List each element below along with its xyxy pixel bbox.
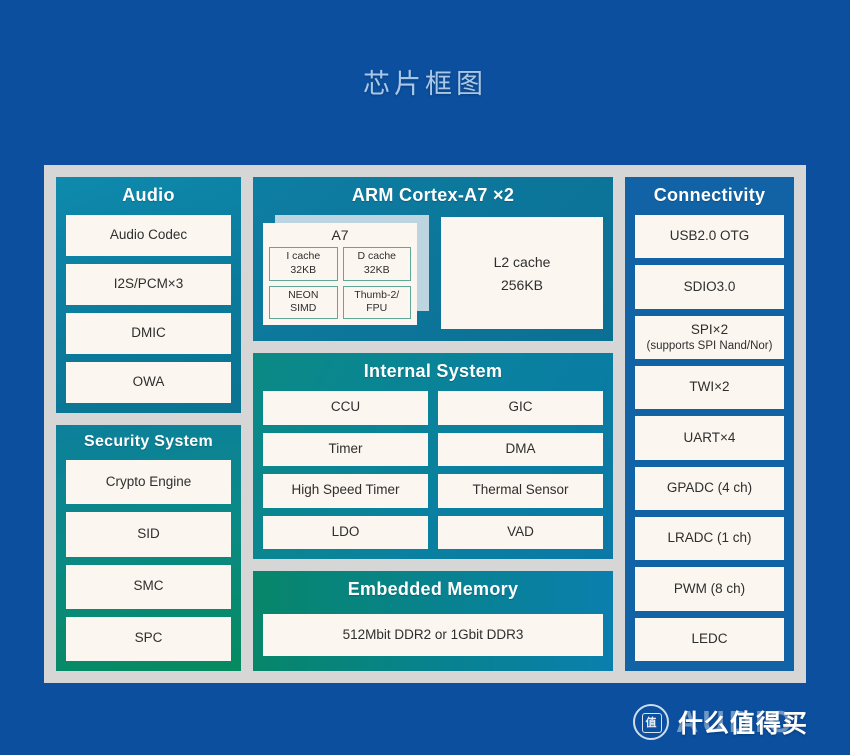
chip-block-diagram: Audio Audio Codec I2S/PCM×3 DMIC OWA Sec… [44,165,806,683]
list-item[interactable]: OWA [66,362,231,403]
block-internal-system-items: CCU GIC Timer DMA High Speed Timer Therm… [263,391,603,549]
item-label: TWI×2 [689,379,730,395]
arm-body: A7 I cache 32KB D cache 32KB NEON SIMD T… [263,215,603,331]
list-item[interactable]: Timer [263,432,428,466]
block-embedded-memory: Embedded Memory 512Mbit DDR2 or 1Gbit DD… [253,571,613,671]
block-internal-system: Internal System CCU GIC Timer DMA High S… [253,353,613,559]
item-label: UART×4 [683,429,736,445]
core-cell-d-cache: D cache 32KB [342,247,411,281]
l2-cache-box[interactable]: L2 cache 256KB [441,217,603,329]
a7-core-grid: I cache 32KB D cache 32KB NEON SIMD Thum… [269,247,411,319]
item-label: PWM (8 ch) [673,580,746,596]
list-item[interactable]: I2S/PCM×3 [66,264,231,305]
list-item[interactable]: GPADC (4 ch) [635,466,784,510]
list-item[interactable]: DMA [438,432,603,466]
list-item[interactable]: TWI×2 [635,365,784,410]
block-arm-cortex-a7-title: ARM Cortex-A7 ×2 [351,185,515,205]
list-item[interactable]: Crypto Engine [66,460,231,505]
list-item[interactable]: PWM (8 ch) [635,567,784,611]
item-label: USB2.0 OTG [669,228,750,244]
right-column: Connectivity USB2.0 OTG SDIO3.0 SPI×2 (s… [625,177,794,671]
core-cell-line1: D cache [357,250,397,263]
left-column: Audio Audio Codec I2S/PCM×3 DMIC OWA Sec… [56,177,241,671]
block-internal-system-title: Internal System [363,361,503,381]
brand-badge-text: 值 [645,717,657,729]
list-item[interactable]: Thermal Sensor [438,474,603,508]
list-item[interactable]: LDO [263,515,428,549]
a7-core-stack: A7 I cache 32KB D cache 32KB NEON SIMD T… [263,215,429,331]
block-security-system-title: Security System [83,433,213,450]
list-item[interactable]: High Speed Timer [263,474,428,508]
core-cell-line2: SIMD [290,302,317,315]
watermark-brand-text: 什么值得买 [678,710,809,738]
list-item[interactable]: SPI×2 (supports SPI Nand/Nor) [635,315,784,359]
list-item[interactable]: UART×4 [635,416,784,460]
core-cell-line2: 32KB [290,263,317,276]
a7-core-label: A7 [331,227,349,243]
block-embedded-memory-items: 512Mbit DDR2 or 1Gbit DDR3 [263,609,603,661]
block-connectivity-items: USB2.0 OTG SDIO3.0 SPI×2 (supports SPI N… [635,215,784,661]
brand-badge-icon: 值 [633,704,669,740]
l2-cache-size: 256KB [500,276,544,293]
watermark: 值 AUDIO 什么值得买 [633,701,836,743]
list-item[interactable]: LRADC (1 ch) [635,516,784,561]
list-item[interactable]: GIC [438,391,603,425]
page-title: 芯片框图 [363,69,487,99]
item-label: GPADC (4 ch) [666,479,753,495]
block-security-system-items: Crypto Engine SID SMC SPC [66,460,231,661]
item-sublabel: (supports SPI Nand/Nor) [646,339,773,352]
list-item[interactable]: SID [66,512,231,557]
list-item[interactable]: 512Mbit DDR2 or 1Gbit DDR3 [263,614,603,656]
list-item[interactable]: SPC [66,616,231,661]
block-connectivity: Connectivity USB2.0 OTG SDIO3.0 SPI×2 (s… [625,177,794,671]
list-item[interactable]: CCU [263,391,428,425]
block-security-system: Security System Crypto Engine SID SMC SP… [56,425,241,671]
watermark-text-stack: AUDIO 什么值得买 [676,702,836,742]
core-cell-thumb2-fpu: Thumb-2/ FPU [342,285,411,319]
center-column: ARM Cortex-A7 ×2 A7 I cache 32KB D cache [253,177,613,671]
l2-cache-label: L2 cache [493,253,551,270]
list-item[interactable]: VAD [438,515,603,549]
block-arm-cortex-a7: ARM Cortex-A7 ×2 A7 I cache 32KB D cache [253,177,613,341]
item-label: LRADC (1 ch) [667,530,752,546]
block-connectivity-title: Connectivity [653,185,766,205]
list-item[interactable]: SMC [66,564,231,609]
a7-core-card[interactable]: A7 I cache 32KB D cache 32KB NEON SIMD T… [263,223,417,325]
list-item[interactable]: LEDC [635,617,784,661]
list-item[interactable]: DMIC [66,313,231,354]
list-item[interactable]: USB2.0 OTG [635,215,784,259]
block-audio: Audio Audio Codec I2S/PCM×3 DMIC OWA [56,177,241,413]
block-audio-title: Audio [122,185,175,205]
core-cell-i-cache: I cache 32KB [269,247,338,281]
item-label: LEDC [691,630,728,646]
core-cell-line1: Thumb-2/ [354,288,400,301]
block-audio-items: Audio Codec I2S/PCM×3 DMIC OWA [66,215,231,403]
core-cell-line1: I cache [286,250,321,263]
block-embedded-memory-title: Embedded Memory [347,579,519,599]
list-item[interactable]: Audio Codec [66,215,231,256]
item-label: SPI×2 [690,321,729,337]
core-cell-line2: FPU [366,302,388,315]
list-item[interactable]: SDIO3.0 [635,265,784,309]
core-cell-line2: 32KB [363,263,390,276]
core-cell-line1: NEON [288,288,319,301]
core-cell-neon-simd: NEON SIMD [269,285,338,319]
item-label: SDIO3.0 [683,278,736,294]
